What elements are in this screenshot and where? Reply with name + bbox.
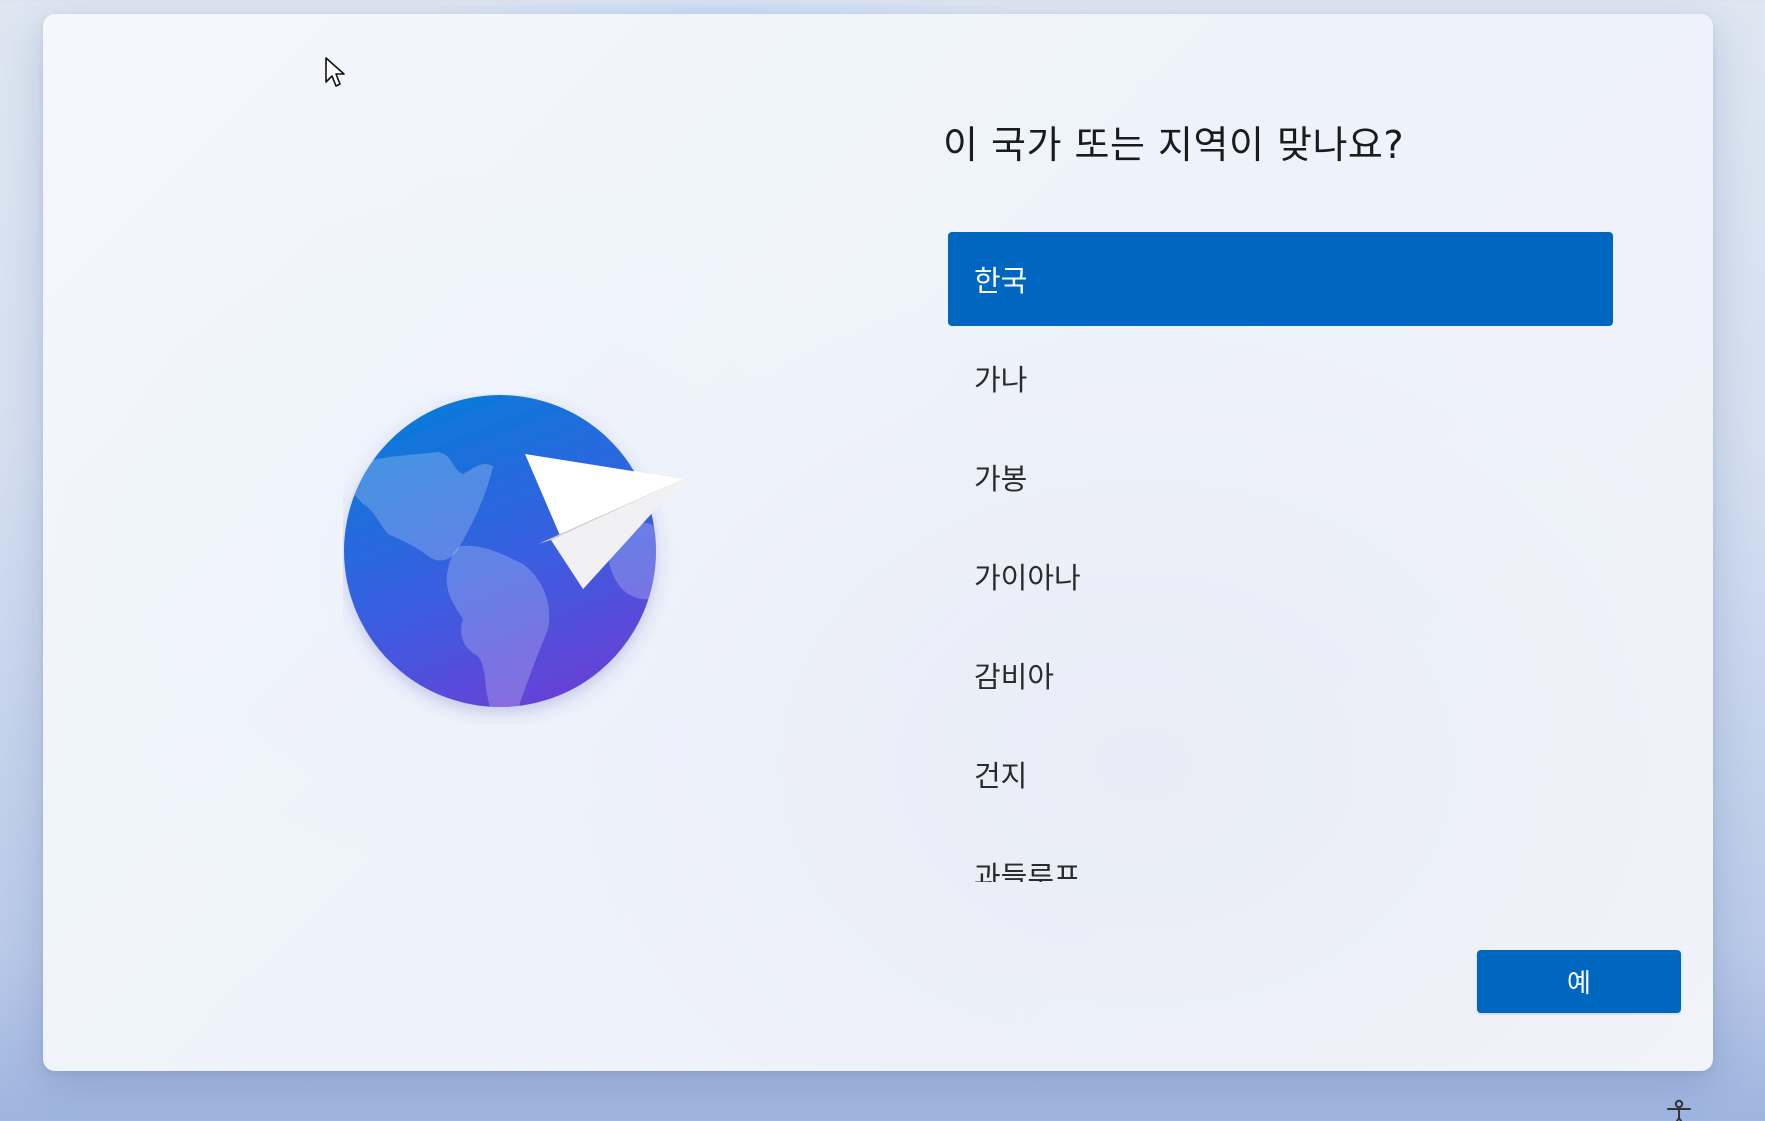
country-label: 가나 — [974, 363, 1028, 397]
list-item-country[interactable]: 가이아나 — [948, 529, 1613, 623]
country-label: 건지 — [974, 759, 1028, 793]
list-item-country[interactable]: 과들루프 — [948, 826, 1613, 882]
page-title: 이 국가 또는 지역이 맞나요? — [943, 123, 1405, 167]
oobe-window: 이 국가 또는 지역이 맞나요? 한국 가나 가봉 가이아나 감비아 건지 과들… — [43, 14, 1713, 1071]
country-label: 가이아나 — [974, 561, 1081, 595]
country-label: 과들루프 — [974, 860, 1081, 882]
confirm-yes-button[interactable]: 예 — [1477, 950, 1681, 1013]
country-label: 한국 — [974, 264, 1028, 298]
list-item-country[interactable]: 건지 — [948, 727, 1613, 821]
list-item-country-selected[interactable]: 한국 — [948, 232, 1613, 326]
list-item-country[interactable]: 가봉 — [948, 430, 1613, 524]
accessibility-icon[interactable] — [1664, 1098, 1694, 1121]
country-label: 감비아 — [974, 660, 1055, 694]
list-item-country[interactable]: 감비아 — [948, 628, 1613, 722]
country-label: 가봉 — [974, 462, 1028, 496]
list-item-country[interactable]: 가나 — [948, 331, 1613, 425]
country-list[interactable]: 한국 가나 가봉 가이아나 감비아 건지 과들루프 — [948, 232, 1613, 892]
globe-with-paper-plane-icon — [344, 395, 683, 707]
mouse-pointer-icon — [325, 57, 345, 87]
